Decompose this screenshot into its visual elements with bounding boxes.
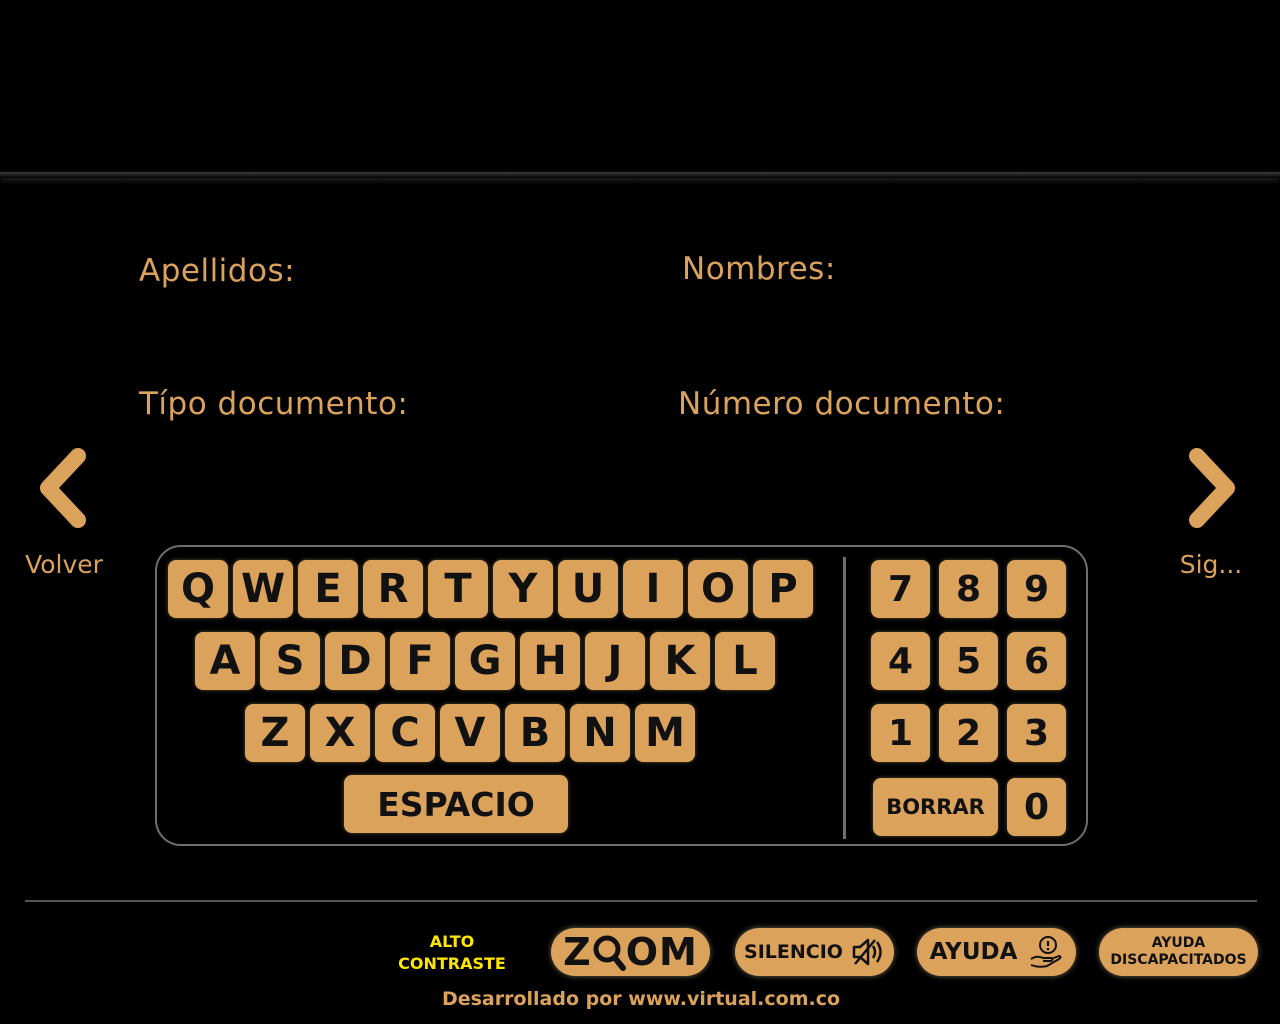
credits-text: Desarrollado por www.virtual.com.co [441,988,841,1010]
key-r[interactable]: R [363,560,423,618]
key-s[interactable]: S [260,632,320,690]
borrar-key[interactable]: BORRAR [873,778,998,836]
key-4[interactable]: 4 [871,632,930,690]
next-button[interactable]: Sig... [1170,448,1252,579]
silencio-button[interactable]: SILENCIO [735,928,894,976]
key-p[interactable]: P [753,560,813,618]
key-t[interactable]: T [428,560,488,618]
key-x[interactable]: X [310,704,370,762]
header-divider [0,172,1280,178]
back-label: Volver [25,550,103,579]
apellidos-label: Apellidos: [139,253,296,289]
numero-documento-label: Número documento: [678,386,1006,422]
chevron-right-icon [1189,448,1235,528]
ayuda-label: AYUDA [929,939,1018,965]
keyboard-divider [843,557,846,839]
key-8[interactable]: 8 [939,560,998,618]
key-z[interactable]: Z [245,704,305,762]
header-bar [0,0,1280,174]
key-2[interactable]: 2 [939,704,998,762]
magnifier-icon [592,933,626,971]
key-0[interactable]: 0 [1007,778,1066,836]
zoom-z: Z [563,930,592,974]
speaker-muted-icon [852,938,882,966]
contrast-line2: CONTRASTE [398,954,506,973]
key-3[interactable]: 3 [1007,704,1066,762]
key-i[interactable]: I [623,560,683,618]
footer-divider [25,900,1257,902]
key-5[interactable]: 5 [939,632,998,690]
nombres-label: Nombres: [682,251,836,287]
key-v[interactable]: V [440,704,500,762]
help-hand-icon [1030,936,1062,968]
disc-line2: DISCAPACITADOS [1110,952,1247,968]
chevron-left-icon [40,448,86,528]
silencio-label: SILENCIO [744,941,843,963]
key-q[interactable]: Q [168,560,228,618]
next-label: Sig... [1179,550,1243,579]
key-k[interactable]: K [650,632,710,690]
key-1[interactable]: 1 [871,704,930,762]
key-n[interactable]: N [570,704,630,762]
disc-line1: AYUDA [1151,935,1206,951]
key-d[interactable]: D [325,632,385,690]
back-button[interactable]: Volver [18,448,110,579]
ayuda-discapacitados-button[interactable]: AYUDA DISCAPACITADOS [1099,928,1258,976]
key-9[interactable]: 9 [1007,560,1066,618]
key-e[interactable]: E [298,560,358,618]
tipo-documento-label: Típo documento: [139,386,409,422]
key-l[interactable]: L [715,632,775,690]
key-g[interactable]: G [455,632,515,690]
key-b[interactable]: B [505,704,565,762]
key-7[interactable]: 7 [871,560,930,618]
key-u[interactable]: U [558,560,618,618]
key-c[interactable]: C [375,704,435,762]
key-w[interactable]: W [233,560,293,618]
key-f[interactable]: F [390,632,450,690]
key-y[interactable]: Y [493,560,553,618]
zoom-button[interactable]: Z OM [551,928,710,976]
key-m[interactable]: M [635,704,695,762]
key-6[interactable]: 6 [1007,632,1066,690]
key-o[interactable]: O [688,560,748,618]
key-h[interactable]: H [520,632,580,690]
contrast-line1: ALTO [429,932,475,951]
space-key[interactable]: ESPACIO [344,775,568,833]
zoom-rest: OM [625,930,698,974]
key-a[interactable]: A [195,632,255,690]
key-j[interactable]: J [585,632,645,690]
high-contrast-button[interactable]: ALTO CONTRASTE [392,931,512,975]
ayuda-button[interactable]: AYUDA [917,928,1076,976]
